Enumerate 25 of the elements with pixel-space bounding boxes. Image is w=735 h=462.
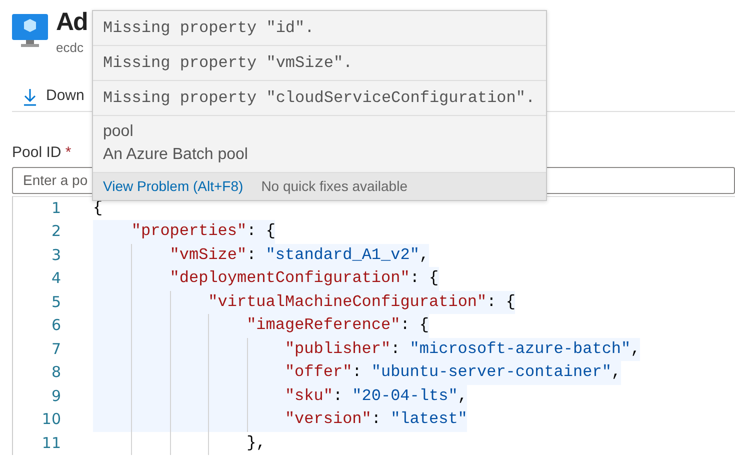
problem-message: Missing property "vmSize". — [93, 46, 546, 81]
problem-message: Missing property "id". — [93, 11, 546, 46]
info-title: pool — [103, 122, 134, 142]
line-number: 11 — [40, 432, 62, 454]
line-number: 3 — [50, 244, 62, 266]
view-problem-link[interactable]: View Problem (Alt+F8) — [103, 178, 244, 194]
line-number: 10 — [40, 409, 62, 430]
line-number: 4 — [50, 268, 62, 289]
download-button[interactable]: Down — [46, 85, 84, 108]
status-text: No quick fixes available — [261, 178, 408, 194]
problem-message: Missing property "cloudServiceConfiguration". — [93, 81, 546, 116]
line-number: 8 — [50, 362, 62, 383]
line-number: 1 — [50, 198, 62, 218]
code-line: }, — [93, 432, 266, 455]
line-number: 5 — [50, 292, 62, 312]
line-number: 6 — [50, 315, 62, 336]
line-number: 9 — [50, 386, 62, 406]
download-icon — [22, 88, 38, 106]
line-number: 7 — [50, 338, 62, 360]
line-number: 2 — [50, 221, 62, 242]
info-description: An Azure Batch pool — [103, 145, 249, 165]
virtual-machine-icon — [12, 14, 48, 48]
page-title: Ad — [56, 7, 88, 38]
page-subtitle: ecdc — [56, 39, 84, 57]
field-label: Pool ID * — [12, 143, 72, 163]
